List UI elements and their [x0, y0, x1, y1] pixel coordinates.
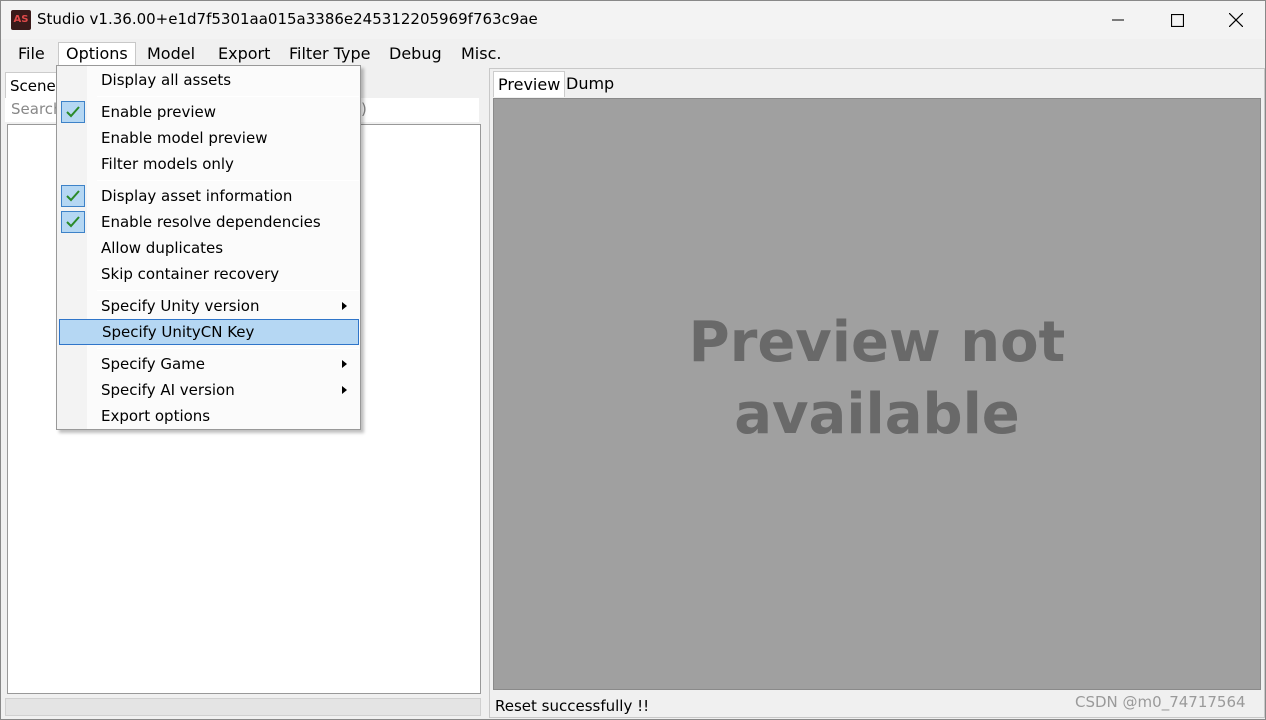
menu-item-label: Specify AI version	[101, 381, 235, 399]
search-placeholder: Search	[11, 100, 63, 118]
app-logo-icon: AS	[11, 10, 31, 30]
left-status-bar	[5, 698, 481, 716]
tab-scene[interactable]: Scene	[5, 72, 61, 98]
menu-options[interactable]: Options	[58, 42, 136, 66]
maximize-button[interactable]	[1148, 1, 1206, 39]
menu-item-label: Specify Game	[101, 355, 206, 373]
menu-item-label: Allow duplicates	[101, 239, 224, 257]
menu-item-specify-game[interactable]: Specify Game	[59, 351, 359, 377]
menu-separator	[97, 348, 359, 349]
submenu-arrow-icon	[342, 360, 347, 368]
menu-item-specify-unitycn-key[interactable]: Specify UnityCN Key	[59, 319, 359, 345]
menu-debug[interactable]: Debug	[382, 42, 449, 66]
submenu-arrow-icon	[342, 386, 347, 394]
menu-filter-type[interactable]: Filter Type	[282, 42, 377, 66]
submenu-arrow-icon	[342, 302, 347, 310]
right-panel: Preview Dump Preview not available Reset…	[489, 68, 1265, 718]
preview-area: Preview not available	[493, 98, 1261, 690]
menu-item-enable-model-preview[interactable]: Enable model preview	[59, 125, 359, 151]
options-dropdown-menu: Display all assets Enable preview Enable…	[56, 65, 361, 430]
menu-item-filter-models-only[interactable]: Filter models only	[59, 151, 359, 177]
menu-bar: File Options Model Export Filter Type De…	[1, 39, 1265, 67]
menu-item-enable-preview[interactable]: Enable preview	[59, 99, 359, 125]
menu-item-display-asset-information[interactable]: Display asset information	[59, 183, 359, 209]
menu-item-label: Specify UnityCN Key	[102, 323, 255, 341]
menu-separator	[97, 96, 359, 97]
menu-export[interactable]: Export	[211, 42, 277, 66]
menu-item-specify-ai-version[interactable]: Specify AI version	[59, 377, 359, 403]
title-bar: AS Studio v1.36.00+e1d7f5301aa015a3386e2…	[1, 1, 1265, 39]
close-icon	[1229, 13, 1243, 27]
app-logo-text: AS	[13, 14, 29, 25]
menu-item-label: Display asset information	[101, 187, 293, 205]
check-icon	[61, 185, 85, 207]
menu-item-export-options[interactable]: Export options	[59, 403, 359, 429]
menu-item-label: Specify Unity version	[101, 297, 260, 315]
menu-item-specify-unity-version[interactable]: Specify Unity version	[59, 293, 359, 319]
tab-preview[interactable]: Preview	[493, 71, 566, 97]
check-icon	[61, 101, 85, 123]
menu-item-label: Enable preview	[101, 103, 216, 121]
menu-item-enable-resolve-dependencies[interactable]: Enable resolve dependencies	[59, 209, 359, 235]
menu-file[interactable]: File	[11, 42, 52, 66]
minimize-icon	[1112, 19, 1124, 21]
tab-dump[interactable]: Dump	[562, 71, 618, 97]
maximize-icon	[1170, 13, 1184, 27]
menu-item-label: Export options	[101, 407, 211, 425]
window-title: Studio v1.36.00+e1d7f5301aa015a3386e2453…	[37, 10, 538, 28]
menu-item-label: Display all assets	[101, 71, 232, 89]
menu-item-label: Skip container recovery	[101, 265, 280, 283]
menu-misc[interactable]: Misc.	[454, 42, 508, 66]
menu-item-label: Enable model preview	[101, 129, 268, 147]
menu-separator	[97, 290, 359, 291]
menu-item-label: Enable resolve dependencies	[101, 213, 321, 231]
menu-item-display-all-assets[interactable]: Display all assets	[59, 67, 359, 93]
app-window: AS Studio v1.36.00+e1d7f5301aa015a3386e2…	[0, 0, 1266, 720]
menu-item-label: Filter models only	[101, 155, 234, 173]
menu-separator	[97, 180, 359, 181]
minimize-button[interactable]	[1089, 1, 1147, 39]
watermark: CSDN @m0_74717564	[1075, 693, 1246, 711]
menu-item-skip-container-recovery[interactable]: Skip container recovery	[59, 261, 359, 287]
menu-item-allow-duplicates[interactable]: Allow duplicates	[59, 235, 359, 261]
search-tail-text: )	[361, 100, 367, 118]
close-button[interactable]	[1207, 1, 1265, 39]
menu-model[interactable]: Model	[140, 42, 202, 66]
preview-message: Preview not available	[688, 310, 1066, 447]
check-icon	[61, 211, 85, 233]
